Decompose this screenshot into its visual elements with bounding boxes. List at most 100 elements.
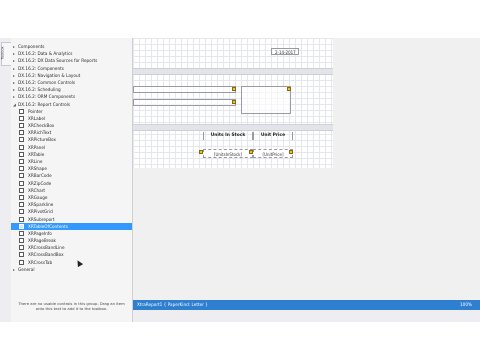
smart-tag-icon[interactable] — [232, 100, 236, 104]
toolbox-row-label: DX.16.2: DX Data Sources for Reports — [18, 58, 98, 64]
control-icon — [19, 144, 24, 150]
report-designer[interactable]: 2-14-2017 Units In Stock Unit Price [Uni… — [133, 38, 480, 300]
control-icon — [19, 245, 24, 251]
smart-tag-icon[interactable] — [287, 87, 291, 91]
zoom-level[interactable]: 100% — [460, 300, 472, 310]
toolbox-row-label: XRChart — [28, 187, 46, 193]
control-icon — [19, 123, 24, 129]
control-icon — [19, 159, 24, 164]
toolbox-row-label: XRLabel — [28, 115, 46, 121]
toolbox-item-xrlabel[interactable]: XRLabel — [11, 115, 132, 122]
toolbox-list: ▸ Components ▸ DX.16.2: Data & Analytics ▸ DX… — [11, 43, 132, 273]
toolbox-row-label: General — [18, 266, 35, 272]
toolbox-row-label: XRTable — [28, 151, 45, 157]
control-icon — [19, 223, 24, 229]
visual-studio-window: Toolbox ▸ Components ▸ DX.16.2: Data & Anal… — [0, 38, 480, 322]
toolbox-item-xrchart[interactable]: XRChart — [11, 187, 132, 194]
toolbox-item-xrpivotgrid[interactable]: XRPivotGrid — [11, 208, 132, 215]
toolbox-row-label: XRCheckBox — [28, 123, 55, 129]
toolbox-row-label: DX.16.2: Scheduling — [18, 87, 61, 93]
picture-box[interactable] — [241, 86, 291, 114]
status-area-background — [133, 310, 480, 322]
toolbox-row-label: XRCrossTab — [28, 259, 53, 265]
control-icon — [19, 209, 24, 215]
toolbox-row-label: XRPanel — [28, 144, 46, 150]
toolbox-item-xrshape[interactable]: XRShape — [11, 165, 132, 172]
toolbox-item-xrtable[interactable]: XRTable — [11, 151, 132, 158]
toolbox-row-label: DX.16.2: ORM Components — [18, 94, 76, 100]
toolbox-category-dx-16-2-common-controls[interactable]: ▸ DX.16.2: Common Controls — [11, 79, 132, 86]
toolbox-category-dx-16-2-report-controls[interactable]: ◢ DX.16.2: Report Controls — [11, 101, 132, 108]
toolbox-row-label: XRCrossBandLine — [28, 245, 65, 251]
smart-tag-icon[interactable] — [249, 150, 253, 154]
report-design-surface[interactable]: 2-14-2017 Units In Stock Unit Price [Uni… — [133, 38, 333, 168]
toolbox-row-label: Components — [18, 44, 45, 49]
toolbox-category-dx-16-2-dx-data-sources-for-reports[interactable]: ▸ DX.16.2: DX Data Sources for Reports — [11, 57, 132, 64]
smart-tag-icon[interactable] — [199, 150, 203, 154]
toolbox-category-dx-16-2-components[interactable]: ▸ DX.16.2: Components — [11, 65, 132, 72]
toolbox-row-label: XRSparkline — [28, 202, 54, 208]
toolbox-row-label: XRPictureBox — [28, 137, 56, 143]
toolbox-item-xrbarcode[interactable]: XRBarCode — [11, 172, 132, 179]
control-icon — [19, 194, 24, 200]
toolbox-category-dx-16-2-orm-components[interactable]: ▸ DX.16.2: ORM Components — [11, 93, 132, 100]
field-row-2[interactable] — [133, 99, 236, 106]
toolbox-row-label: XRShape — [28, 166, 47, 172]
control-icon — [19, 108, 24, 114]
toolbox-panel: ▸ Components ▸ DX.16.2: Data & Analytics ▸ DX… — [11, 38, 133, 322]
toolbox-item-xrrichtext[interactable]: XRRichText — [11, 129, 132, 136]
control-icon — [19, 173, 24, 179]
toolbox-category-components[interactable]: ▸ Components — [11, 43, 132, 50]
smart-tag-icon[interactable] — [289, 150, 293, 154]
toolbox-item-xrpageinfo[interactable]: XRPageInfo — [11, 230, 132, 237]
designer-status-bar: XtraReport1 { PaperKind: Letter } 100% — [133, 300, 480, 310]
toolbox-category-dx-16-2-data-analytics[interactable]: ▸ DX.16.2: Data & Analytics — [11, 50, 132, 57]
column-header-units-in-stock[interactable]: Units In Stock — [203, 132, 253, 140]
toolbox-row-label: XRGauge — [28, 194, 48, 200]
letterbox-bottom — [0, 322, 480, 360]
toolbox-item-xrcrossbandbox[interactable]: XRCrossBandBox — [11, 251, 132, 258]
toolbox-help-text: There are no usable controls in this gro… — [11, 301, 132, 311]
toolbox-item-xrline[interactable]: XRLine — [11, 158, 132, 165]
control-icon — [19, 130, 24, 136]
control-icon — [19, 259, 24, 265]
field-row-1[interactable] — [133, 86, 236, 93]
toolbox-category-general[interactable]: ▸ General — [11, 266, 132, 273]
band-separator-2[interactable] — [133, 124, 333, 131]
control-icon — [19, 151, 24, 157]
toolbox-item-xrpicturebox[interactable]: XRPictureBox — [11, 136, 132, 143]
toolbox-item-xrpagebreak[interactable]: XRPageBreak — [11, 237, 132, 244]
toolbox-row-label: XRTableOfContents — [28, 223, 68, 229]
toolbox-item-pointer[interactable]: Pointer — [11, 108, 132, 115]
control-icon — [19, 180, 24, 186]
toolbox-category-dx-16-2-navigation-layout[interactable]: ▸ DX.16.2: Navigation & Layout — [11, 72, 132, 79]
control-icon — [19, 238, 24, 244]
toolbox-row-label: XRPageBreak — [28, 238, 56, 244]
control-icon — [19, 230, 24, 236]
toolbox-item-xrzipcode[interactable]: XRZipCode — [11, 180, 132, 187]
toolbox-row-label: DX.16.2: Common Controls — [18, 79, 75, 85]
toolbox-item-xrcrossbandline[interactable]: XRCrossBandLine — [11, 244, 132, 251]
date-field-box[interactable]: 2-14-2017 — [271, 48, 299, 55]
toolbox-row-label: DX.16.2: Navigation & Layout — [18, 72, 81, 78]
toolbox-row-label: XRRichText — [28, 130, 52, 136]
smart-tag-icon[interactable] — [232, 87, 236, 91]
toolbox-item-xrpanel[interactable]: XRPanel — [11, 144, 132, 151]
control-icon — [19, 115, 24, 121]
date-field-text: 2-14-2017 — [275, 50, 296, 55]
toolbox-item-xrcheckbox[interactable]: XRCheckBox — [11, 122, 132, 129]
toolbox-item-xrtableofcontents[interactable]: XRTableOfContents — [11, 222, 132, 230]
toolbox-item-xrsubreport[interactable]: XRSubreport — [11, 216, 132, 223]
control-icon — [19, 216, 24, 222]
toolbox-item-xrsparkline[interactable]: XRSparkline — [11, 201, 132, 208]
toolbox-item-xrgauge[interactable]: XRGauge — [11, 194, 132, 201]
report-paperkind-status[interactable]: XtraReport1 { PaperKind: Letter } — [137, 300, 208, 310]
toolbox-category-dx-16-2-scheduling[interactable]: ▸ DX.16.2: Scheduling — [11, 86, 132, 93]
cell-unit-price[interactable]: [UnitPrice] — [253, 149, 293, 158]
toolbox-row-label: XRSubreport — [28, 216, 55, 222]
control-icon — [19, 187, 24, 193]
toolbox-item-xrcrosstab[interactable]: XRCrossTab — [11, 259, 132, 266]
column-header-unit-price[interactable]: Unit Price — [253, 132, 293, 140]
cell-units-in-stock[interactable]: [UnitsInStock] — [203, 149, 253, 158]
band-separator-1[interactable] — [133, 68, 333, 75]
